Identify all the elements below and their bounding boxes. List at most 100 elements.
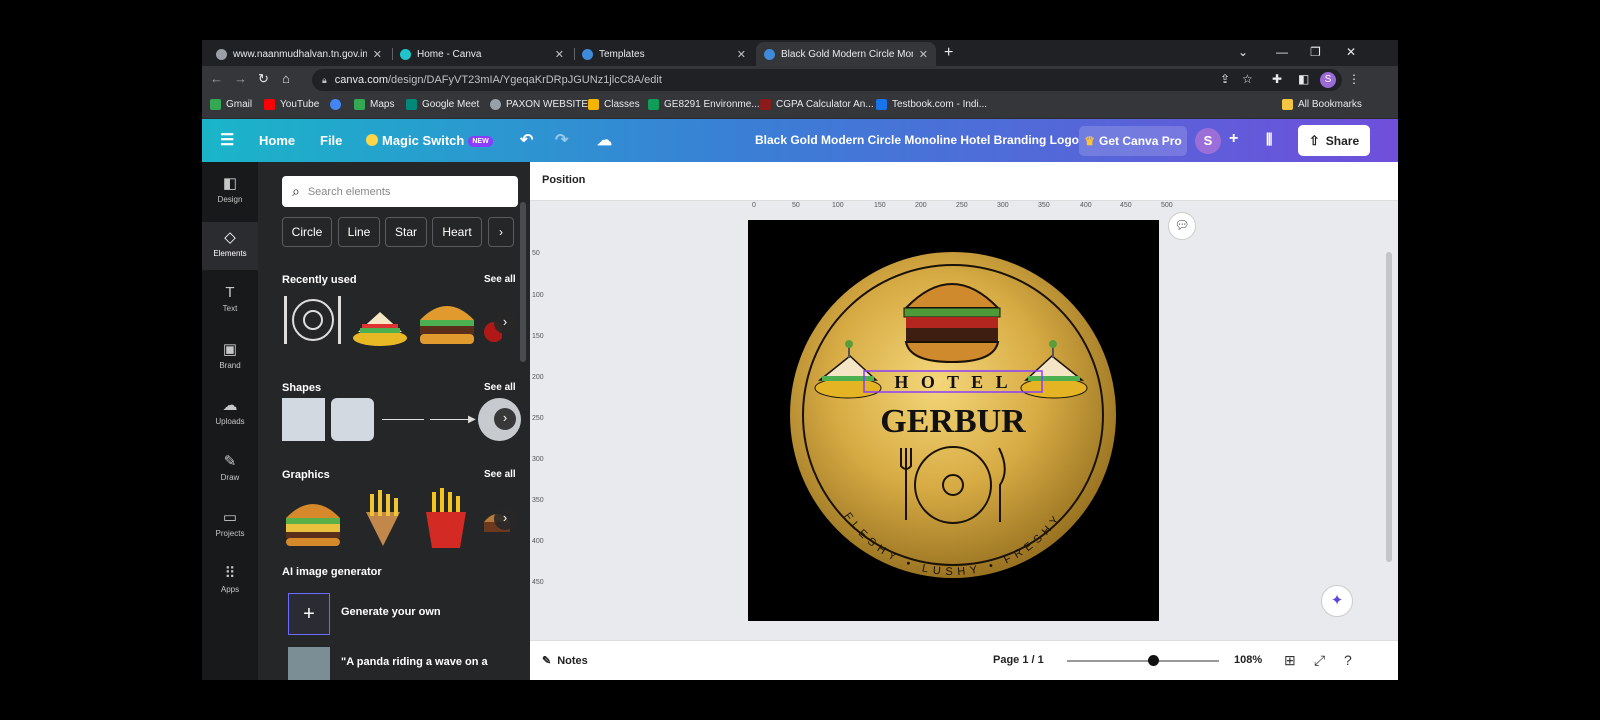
url-bar[interactable]: 🔒︎ canva.com /design/DAFyVT23mIA/YgeqaKr… — [312, 69, 1342, 91]
burger-illustration[interactable] — [903, 283, 1001, 364]
home-icon[interactable]: ⌂ — [282, 71, 290, 86]
rail-draw[interactable]: ✎ Draw — [202, 446, 258, 494]
bookmark-paxon[interactable]: PAXON WEBSITE — [490, 99, 588, 110]
undo-icon[interactable]: ↶ — [520, 130, 533, 150]
see-all-recent[interactable]: See all — [484, 274, 516, 285]
brand-name-text[interactable]: GERBUR — [880, 403, 1026, 440]
rail-design[interactable]: ◧ Design — [202, 168, 258, 216]
chevron-right-icon[interactable]: › — [494, 408, 516, 430]
rail-uploads[interactable]: ☁ Uploads — [202, 390, 258, 438]
rail-projects[interactable]: ▭ Projects — [202, 502, 258, 550]
zoom-level[interactable]: 108% — [1234, 654, 1262, 666]
bookmark-classes[interactable]: Classes — [588, 99, 640, 110]
square-shape[interactable] — [282, 398, 325, 441]
panel-scrollbar[interactable] — [520, 202, 526, 362]
tab-black-gold[interactable]: Black Gold Modern Circle Mono ✕ — [756, 42, 936, 66]
reload-icon[interactable]: ↻ — [258, 71, 269, 87]
close-icon[interactable]: ✕ — [373, 48, 382, 61]
ruler-tick: 400 — [1080, 202, 1092, 209]
close-icon[interactable]: ✕ — [919, 48, 928, 61]
bookmark-google-meet[interactable]: Google Meet — [406, 99, 479, 110]
get-canva-pro-button[interactable]: ♛ Get Canva Pro — [1079, 126, 1187, 156]
grid-view-icon[interactable]: ⊞ — [1284, 652, 1296, 669]
chevron-right-icon[interactable]: › — [494, 508, 516, 530]
comment-icon[interactable]: 💬︎ — [1168, 212, 1196, 240]
add-collaborator-icon[interactable]: + — [1229, 130, 1238, 148]
bookmark-chrome[interactable] — [330, 99, 346, 110]
arrow-line-shape[interactable] — [430, 419, 470, 420]
chevron-right-icon[interactable]: › — [494, 312, 516, 334]
close-window-button[interactable]: ✕ — [1346, 45, 1356, 59]
rail-brand[interactable]: ▣ Brand — [202, 334, 258, 382]
redo-icon[interactable]: ↷ — [555, 130, 568, 150]
see-all-graphics[interactable]: See all — [484, 469, 516, 480]
chip-scroll-right[interactable]: › — [488, 217, 514, 247]
bookmark-testbook[interactable]: Testbook.com - Indi... — [876, 99, 987, 110]
magic-assistant-icon[interactable]: ✦ — [1321, 585, 1353, 617]
canvas-scrollbar[interactable] — [1386, 252, 1392, 562]
notes-button[interactable]: ✎ Notes — [542, 654, 588, 667]
share-button[interactable]: ⇧ Share — [1298, 125, 1370, 156]
all-bookmarks[interactable]: All Bookmarks — [1282, 99, 1362, 110]
rail-text[interactable]: T Text — [202, 278, 258, 326]
panda-prompt[interactable]: "A panda riding a wave on a — [341, 656, 488, 668]
close-icon[interactable]: ✕ — [737, 48, 746, 61]
generate-plus-icon[interactable]: + — [288, 593, 330, 635]
bookmark-maps[interactable]: Maps — [354, 99, 394, 110]
analytics-icon[interactable]: ⫼ — [1266, 131, 1272, 148]
tab-search-icon[interactable]: ⌄ — [1238, 45, 1248, 59]
avatar[interactable]: S — [1195, 128, 1221, 154]
cloud-sync-icon[interactable]: ☁ — [597, 131, 612, 149]
panda-thumbnail[interactable] — [288, 647, 330, 680]
back-icon[interactable]: ← — [210, 71, 223, 86]
rounded-square-shape[interactable] — [331, 398, 374, 441]
tab-templates[interactable]: Templates ✕ — [574, 42, 754, 66]
chip-line[interactable]: Line — [338, 217, 380, 247]
fries-cone-graphic[interactable] — [356, 488, 410, 548]
fullscreen-icon[interactable]: ⤢ — [1314, 652, 1325, 669]
extensions-icon[interactable]: ✚ — [1272, 72, 1282, 86]
chip-star[interactable]: Star — [385, 217, 427, 247]
side-panel-icon[interactable]: ◧ — [1298, 72, 1309, 86]
menu-icon[interactable]: ☰ — [220, 130, 234, 150]
chip-heart[interactable]: Heart — [432, 217, 482, 247]
restore-button[interactable]: ❐ — [1310, 45, 1321, 59]
zoom-slider[interactable] — [1067, 660, 1219, 662]
file-menu-button[interactable]: File — [320, 133, 342, 148]
menu-icon[interactable]: ⋮ — [1348, 72, 1360, 86]
search-input[interactable]: ⌕ Search elements — [282, 176, 518, 207]
help-icon[interactable]: ? — [1344, 652, 1352, 668]
zoom-slider-handle[interactable] — [1148, 655, 1160, 666]
forward-icon[interactable]: → — [234, 71, 247, 86]
rail-apps[interactable]: ⠿ Apps — [202, 558, 258, 606]
star-icon[interactable]: ☆ — [1242, 72, 1253, 86]
new-tab-button[interactable]: + — [944, 44, 953, 62]
bookmark-cgpa[interactable]: CGPA Calculator An... — [760, 99, 874, 110]
tab-naanmudhalvan[interactable]: www.naanmudhalvan.tn.gov.in ✕ — [208, 42, 390, 66]
fries-box-graphic[interactable] — [418, 488, 474, 550]
tab-home-canva[interactable]: Home - Canva ✕ — [392, 42, 572, 66]
plate-cutlery-thumb[interactable] — [280, 292, 346, 348]
magic-switch-button[interactable]: Magic Switch NEW — [366, 133, 493, 148]
see-all-shapes[interactable]: See all — [484, 382, 516, 393]
chip-circle[interactable]: Circle — [282, 217, 332, 247]
burger-graphic[interactable] — [282, 488, 344, 548]
share-page-icon[interactable]: ⇪ — [1220, 72, 1230, 86]
hotel-text[interactable]: H O T E L — [894, 372, 1011, 392]
line-shape[interactable] — [382, 419, 424, 420]
design-artboard[interactable]: H O T E L GERBUR FLESHY • LUSHY • FRESHY — [748, 220, 1159, 621]
bookmark-gmail[interactable]: Gmail — [210, 99, 252, 110]
home-button[interactable]: Home — [259, 133, 295, 148]
rail-elements[interactable]: ◇ Elements — [202, 222, 258, 270]
bookmark-youtube[interactable]: YouTube — [264, 99, 319, 110]
document-title[interactable]: Black Gold Modern Circle Monoline Hotel … — [752, 133, 1082, 147]
page-indicator[interactable]: Page 1 / 1 — [993, 654, 1044, 666]
bookmark-ge8291[interactable]: GE8291 Environme... — [648, 99, 760, 110]
minimize-button[interactable]: — — [1276, 45, 1288, 59]
position-button[interactable]: Position — [542, 174, 585, 186]
close-icon[interactable]: ✕ — [555, 48, 564, 61]
burger-thumb[interactable] — [416, 292, 478, 348]
sandwich-thumb[interactable] — [350, 298, 410, 348]
generate-your-own[interactable]: Generate your own — [341, 606, 441, 618]
profile-avatar[interactable]: S — [1320, 72, 1336, 88]
